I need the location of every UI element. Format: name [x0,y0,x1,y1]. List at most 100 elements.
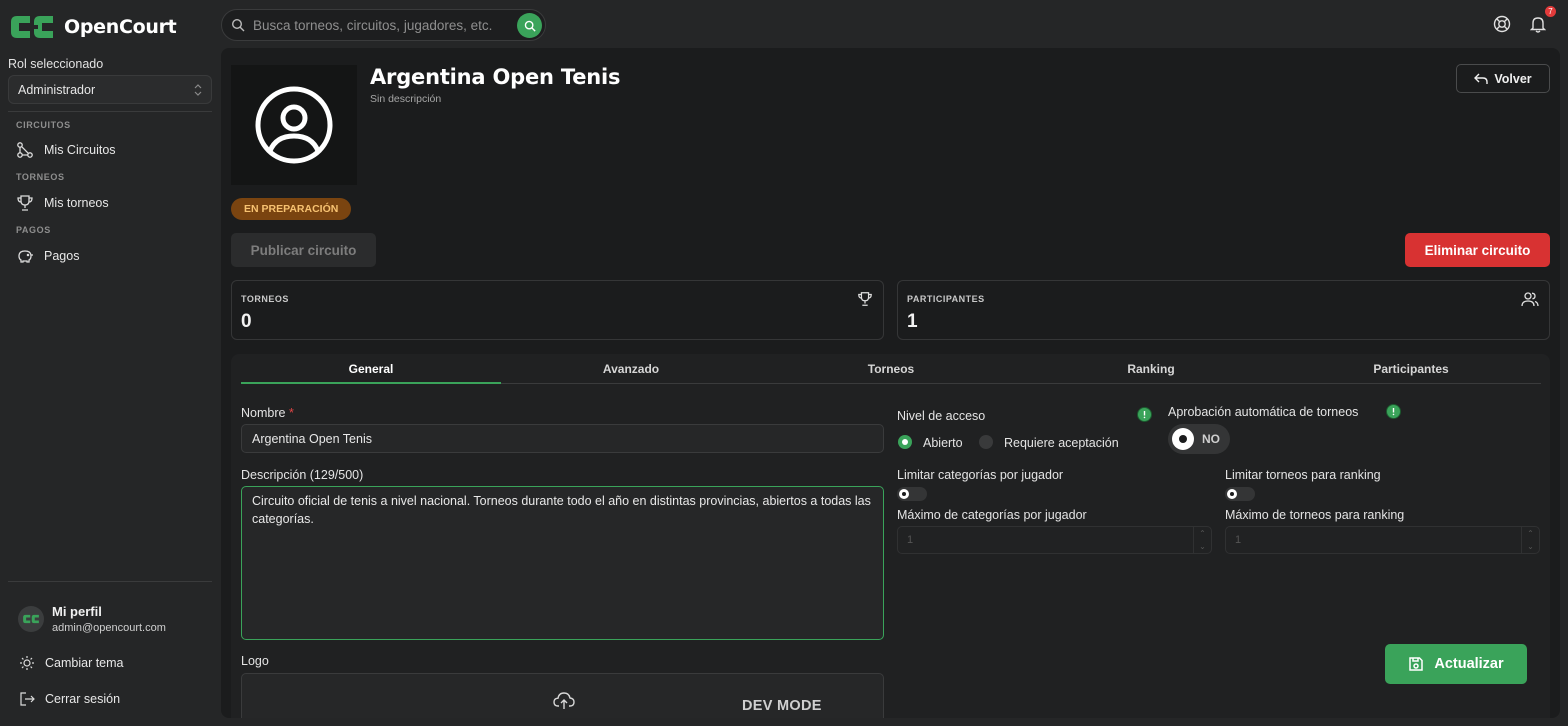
circuit-icon [16,141,34,159]
stepper-up-icon: ⌃ [1199,529,1206,538]
limit-tournaments-label: Limitar torneos para ranking [1225,468,1381,482]
limit-tournaments-toggle[interactable] [1225,487,1255,501]
max-tournaments-value: 1 [1235,534,1242,546]
theme-label: Cambiar tema [45,656,124,670]
update-button[interactable]: Actualizar [1385,644,1527,684]
brand[interactable]: OpenCourt [8,12,177,42]
help-icon[interactable] [1493,15,1511,33]
limit-categories-label: Limitar categorías por jugador [897,468,1064,482]
section-label-pagos: PAGOS [16,225,51,235]
divider [8,581,212,582]
divider [8,111,212,112]
profile-email: admin@opencourt.com [52,622,166,634]
back-label: Volver [1494,71,1532,86]
toggle-state: NO [1202,432,1220,446]
max-tournaments-input: 1 ⌃ ⌄ [1225,526,1540,554]
trophy-icon [16,194,34,212]
chevron-up-down-icon [194,83,202,96]
search-icon [231,18,245,32]
tabs: General Avanzado Torneos Ranking Partici… [241,354,1541,384]
tab-general[interactable]: General [241,354,501,384]
logout-icon [19,691,35,707]
toggle-knob [899,489,909,499]
stat-card-torneos: TORNEOS 0 [231,280,884,340]
opencourt-logo-icon [8,12,56,42]
page-title: Argentina Open Tenis [370,65,621,89]
profile-name: Mi perfil [52,604,102,619]
piggy-bank-icon [16,247,34,265]
bell-icon[interactable] [1530,15,1546,33]
sun-icon [19,655,35,671]
search-button[interactable] [517,13,542,38]
nav-item-mis-circuitos[interactable]: Mis Circuitos [16,141,116,159]
page-subtitle: Sin descripción [370,93,442,105]
number-stepper: ⌃ ⌄ [1193,527,1211,553]
name-label: Nombre * [241,406,294,420]
stepper-down-icon: ⌄ [1199,542,1206,551]
stat-value: 0 [241,311,252,332]
search-input[interactable] [253,17,513,33]
search-bar [221,9,546,41]
access-radio-requiere-aceptacion[interactable] [979,435,993,449]
publish-button[interactable]: Publicar circuito [231,233,376,267]
stat-card-participantes: PARTICIPANTES 1 [897,280,1550,340]
stat-label: PARTICIPANTES [907,294,985,304]
notification-badge: 7 [1545,6,1556,17]
auto-approve-label: Aprobación automática de torneos [1168,405,1359,419]
dev-mode-label: DEV MODE [742,698,822,714]
required-marker: * [288,406,294,420]
name-input[interactable]: Argentina Open Tenis [241,424,884,453]
back-button[interactable]: Volver [1456,64,1550,93]
description-label: Descripción (129/500) [241,468,364,482]
description-textarea[interactable]: Circuito oficial de tenis a nivel nacion… [241,486,884,640]
update-label: Actualizar [1434,656,1504,672]
name-label-text: Nombre [241,406,286,420]
stat-label: TORNEOS [241,294,289,304]
limit-categories-toggle[interactable] [897,487,927,501]
tab-ranking[interactable]: Ranking [1021,354,1281,383]
theme-toggle-button[interactable]: Cambiar tema [19,655,124,671]
back-arrow-icon [1474,73,1489,85]
max-categories-value: 1 [907,534,914,546]
nav-item-label: Mis torneos [44,196,109,210]
max-categories-label: Máximo de categorías por jugador [897,508,1087,522]
upload-cloud-icon [553,692,575,710]
stat-value: 1 [907,311,918,332]
role-value: Administrador [18,82,96,97]
access-radio-abierto[interactable] [898,435,912,449]
tab-torneos[interactable]: Torneos [761,354,1021,383]
nav-item-label: Pagos [44,249,80,263]
access-option-label: Abierto [923,436,963,450]
tab-participantes[interactable]: Participantes [1281,354,1541,383]
profile[interactable]: Mi perfil admin@opencourt.com [18,604,166,634]
section-label-torneos: TORNEOS [16,172,65,182]
stepper-up-icon: ⌃ [1527,529,1534,538]
max-categories-input: 1 ⌃ ⌄ [897,526,1212,554]
logout-button[interactable]: Cerrar sesión [19,691,120,707]
nav-item-label: Mis Circuitos [44,143,116,157]
role-label: Rol seleccionado [8,57,104,71]
toggle-knob [1172,428,1194,450]
access-option-label: Requiere aceptación [1004,436,1119,450]
max-tournaments-label: Máximo de torneos para ranking [1225,508,1405,522]
info-icon[interactable] [1137,407,1152,422]
logo-dropzone[interactable]: DEV MODE [241,673,884,718]
users-icon [1521,291,1539,307]
access-level-label: Nivel de acceso [897,409,986,423]
tab-avanzado[interactable]: Avanzado [501,354,761,383]
toggle-knob [1227,489,1237,499]
nav-item-pagos[interactable]: Pagos [16,247,79,265]
logo-label: Logo [241,654,269,668]
role-select[interactable]: Administrador [8,75,212,104]
info-icon[interactable] [1386,404,1401,419]
number-stepper: ⌃ ⌄ [1521,527,1539,553]
section-label-circuitos: CIRCUITOS [16,120,71,130]
circuit-image [231,65,357,185]
trophy-icon [857,291,873,307]
auto-approve-toggle[interactable]: NO [1168,424,1230,454]
delete-button[interactable]: Eliminar circuito [1405,233,1550,267]
avatar [18,606,44,632]
form-card: General Avanzado Torneos Ranking Partici… [231,354,1550,718]
nav-item-mis-torneos[interactable]: Mis torneos [16,194,109,212]
save-icon [1408,656,1424,672]
